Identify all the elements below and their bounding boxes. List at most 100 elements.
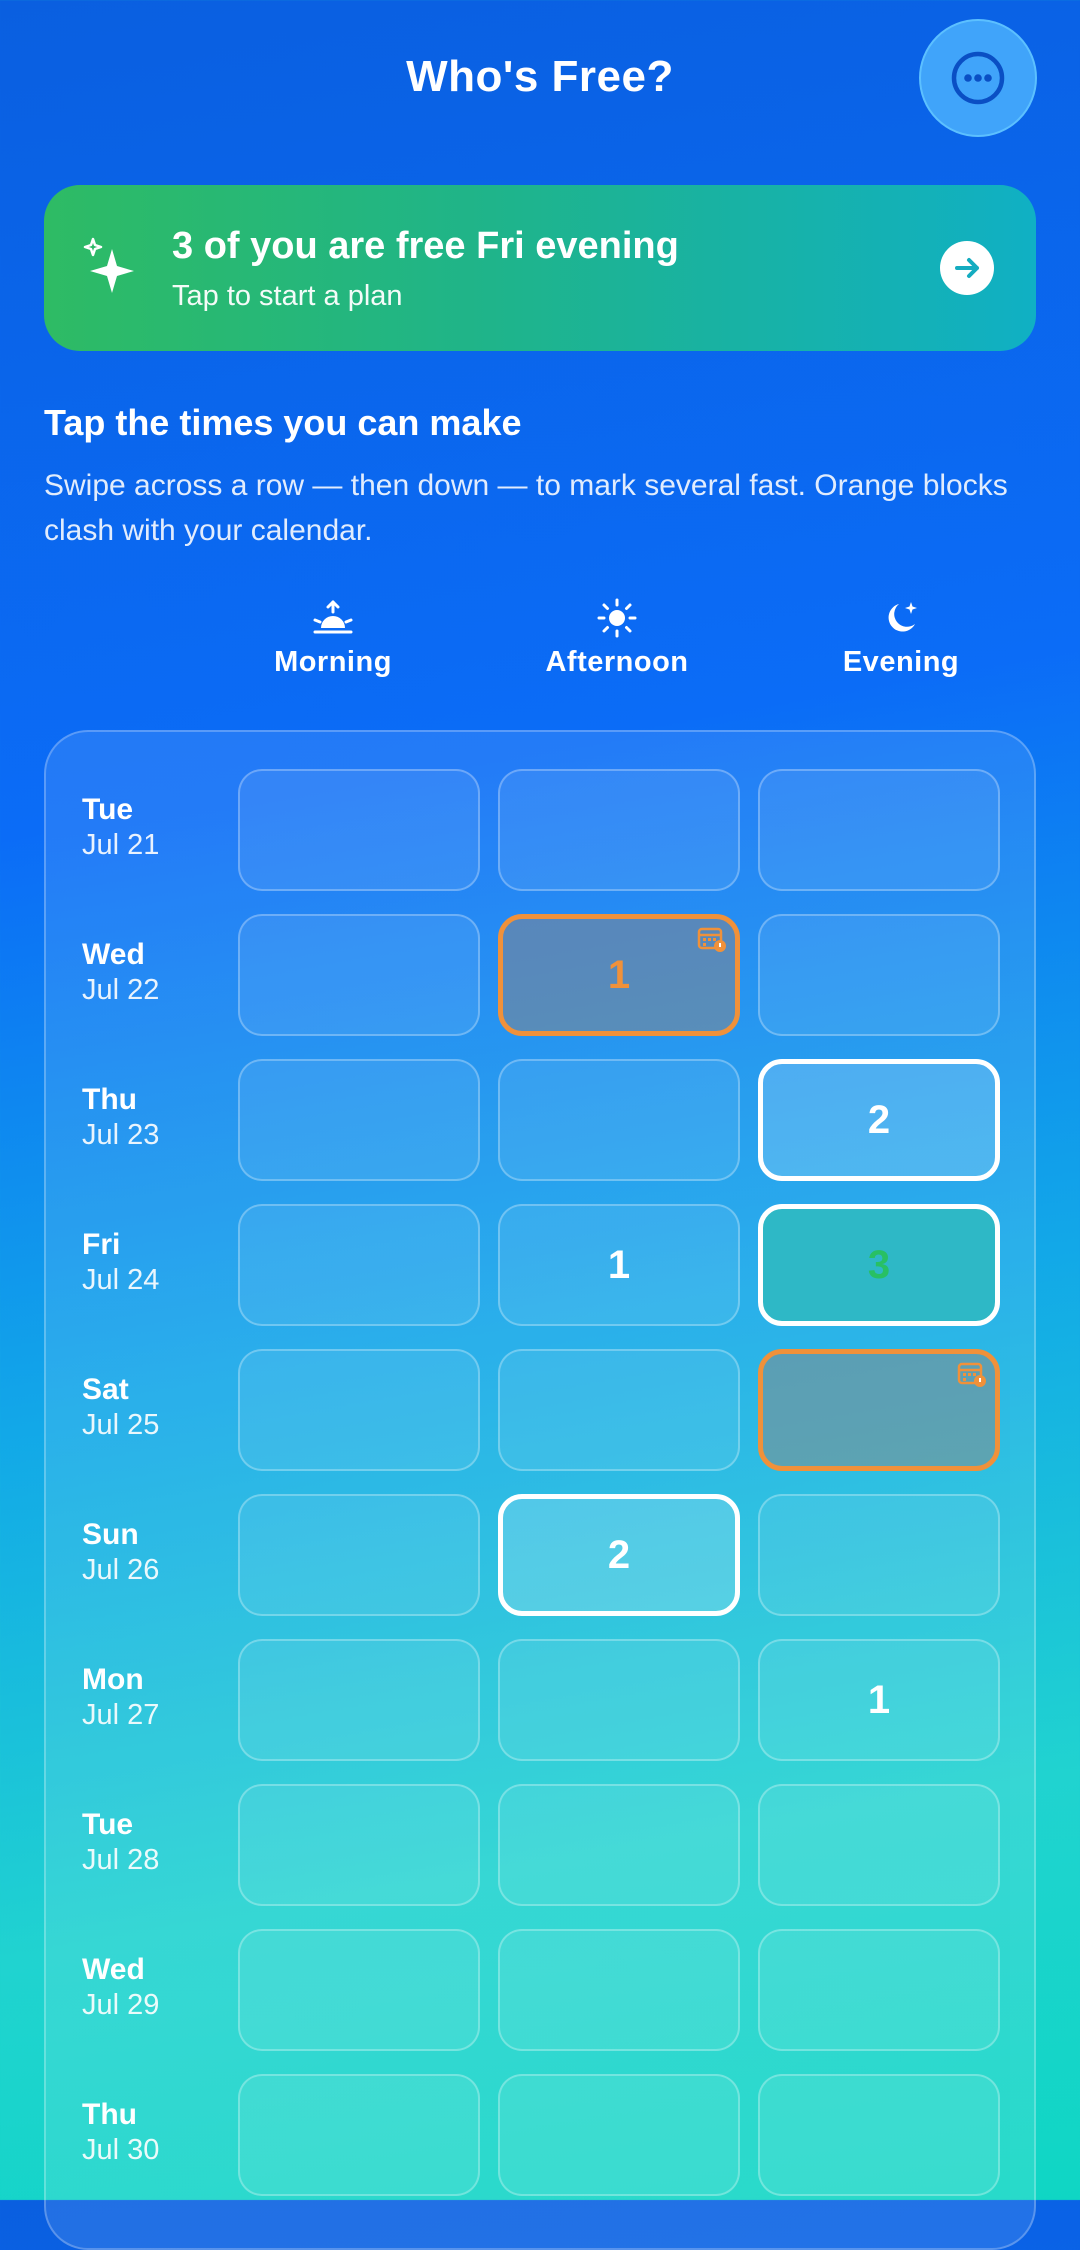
time-slot-evening[interactable] — [758, 769, 1000, 891]
time-slot-morning[interactable] — [238, 1639, 480, 1761]
time-slot-afternoon[interactable] — [498, 2074, 740, 2196]
free-count: 1 — [607, 1242, 631, 1287]
day-date: Jul 30 — [82, 2134, 160, 2166]
time-slot-afternoon[interactable]: 1 — [498, 1204, 740, 1326]
day-name: Tue — [82, 793, 134, 826]
time-slot-evening[interactable] — [758, 1929, 1000, 2051]
start-plan-button[interactable] — [940, 241, 994, 295]
free-count: 2 — [607, 1532, 631, 1577]
free-count: 1 — [607, 952, 631, 997]
time-slot-morning[interactable] — [238, 1349, 480, 1471]
time-slot-morning[interactable] — [238, 1059, 480, 1181]
day-row: Sun Jul 26 2 — [46, 1494, 1038, 1619]
time-slot-evening[interactable] — [758, 1494, 1000, 1616]
time-slot-morning[interactable] — [238, 769, 480, 891]
time-slot-morning[interactable] — [238, 914, 480, 1036]
day-date: Jul 24 — [82, 1264, 160, 1296]
time-slot-evening[interactable] — [758, 2074, 1000, 2196]
time-slot-evening[interactable]: 2 — [758, 1059, 1000, 1181]
time-slot-morning[interactable] — [238, 2074, 480, 2196]
page-title: Who's Free? — [406, 52, 674, 101]
header: Who's Free? — [0, 0, 1080, 160]
time-slot-evening[interactable] — [758, 1349, 1000, 1471]
day-label: Thu Jul 30 — [82, 2098, 159, 2167]
time-slot-afternoon[interactable] — [498, 1059, 740, 1181]
day-row: Wed Jul 22 1 — [46, 914, 1038, 1039]
day-row: Tue Jul 21 — [46, 769, 1038, 894]
day-name: Tue — [82, 1808, 134, 1841]
column-header-afternoon: Afternoon — [497, 598, 737, 679]
day-row: Mon Jul 27 1 — [46, 1639, 1038, 1764]
day-name: Mon — [82, 1663, 144, 1696]
day-label: Mon Jul 27 — [82, 1663, 159, 1732]
column-header-evening: Evening — [781, 598, 1021, 679]
day-name: Thu — [82, 2098, 137, 2131]
day-label: Thu Jul 23 — [82, 1083, 159, 1152]
day-date: Jul 21 — [82, 829, 160, 861]
time-slot-evening[interactable]: 3 — [758, 1204, 1000, 1326]
day-row: Tue Jul 28 — [46, 1784, 1038, 1909]
day-label: Sun Jul 26 — [82, 1518, 159, 1587]
day-name: Sun — [82, 1518, 139, 1551]
day-name: Thu — [82, 1083, 137, 1116]
free-count: 3 — [867, 1242, 891, 1287]
moon-stars-icon — [888, 602, 917, 632]
column-label-afternoon: Afternoon — [545, 646, 689, 678]
column-label-morning: Morning — [274, 646, 392, 678]
time-slot-morning[interactable] — [238, 1929, 480, 2051]
day-date: Jul 23 — [82, 1119, 160, 1151]
day-row: Thu Jul 30 — [46, 2074, 1038, 2199]
sparkles-icon — [83, 237, 134, 293]
day-date: Jul 27 — [82, 1699, 160, 1731]
time-slot-afternoon[interactable] — [498, 1929, 740, 2051]
day-label: Wed Jul 29 — [82, 1953, 159, 2022]
column-label-evening: Evening — [842, 646, 960, 678]
day-label: Tue Jul 21 — [82, 793, 159, 862]
day-date: Jul 29 — [82, 1989, 160, 2021]
free-count: 1 — [867, 1677, 891, 1722]
free-count: 2 — [867, 1097, 891, 1142]
sun-icon — [597, 598, 637, 638]
time-slot-afternoon[interactable] — [498, 1349, 740, 1471]
day-label: Tue Jul 28 — [82, 1808, 159, 1877]
banner-title: 3 of you are free Fri evening — [172, 225, 679, 267]
column-header-morning: Morning — [213, 598, 453, 679]
time-slot-morning[interactable] — [238, 1494, 480, 1616]
day-label: Sat Jul 25 — [82, 1373, 159, 1442]
time-slot-evening[interactable] — [758, 914, 1000, 1036]
day-date: Jul 28 — [82, 1844, 160, 1876]
availability-grid: Tue Jul 21 Wed Jul 22 1 Thu Jul 23 2 Fri Jul 24 1 3… — [44, 730, 1036, 2250]
arrow-right-icon — [955, 258, 979, 278]
calendar-conflict-icon — [957, 1362, 986, 1387]
time-slot-afternoon[interactable] — [498, 769, 740, 891]
time-slot-evening[interactable] — [758, 1784, 1000, 1906]
more-options-button[interactable] — [919, 19, 1037, 137]
time-slot-evening[interactable]: 1 — [758, 1639, 1000, 1761]
day-name: Wed — [82, 1953, 145, 1986]
sunrise-icon — [313, 600, 353, 634]
free-time-suggestion-banner[interactable]: 3 of you are free Fri evening Tap to sta… — [44, 185, 1036, 351]
day-date: Jul 22 — [82, 974, 160, 1006]
ellipsis-icon — [951, 51, 1005, 105]
day-row: Thu Jul 23 2 — [46, 1059, 1038, 1184]
day-name: Sat — [82, 1373, 129, 1406]
day-label: Fri Jul 24 — [82, 1228, 159, 1297]
day-row: Wed Jul 29 — [46, 1929, 1038, 2054]
day-date: Jul 25 — [82, 1409, 160, 1441]
time-slot-morning[interactable] — [238, 1784, 480, 1906]
day-label: Wed Jul 22 — [82, 938, 159, 1007]
day-date: Jul 26 — [82, 1554, 160, 1586]
instructions-title: Tap the times you can make — [44, 402, 522, 443]
calendar-conflict-icon — [697, 927, 726, 952]
instructions-description: Swipe across a row — then down — to mark… — [44, 469, 1008, 547]
banner-subtitle: Tap to start a plan — [172, 280, 403, 312]
day-name: Fri — [82, 1228, 121, 1261]
time-slot-afternoon[interactable]: 1 — [498, 914, 740, 1036]
time-slot-afternoon[interactable] — [498, 1639, 740, 1761]
day-row: Fri Jul 24 1 3 — [46, 1204, 1038, 1329]
time-slot-afternoon[interactable]: 2 — [498, 1494, 740, 1616]
time-slot-morning[interactable] — [238, 1204, 480, 1326]
day-name: Wed — [82, 938, 145, 971]
day-row: Sat Jul 25 — [46, 1349, 1038, 1474]
time-slot-afternoon[interactable] — [498, 1784, 740, 1906]
